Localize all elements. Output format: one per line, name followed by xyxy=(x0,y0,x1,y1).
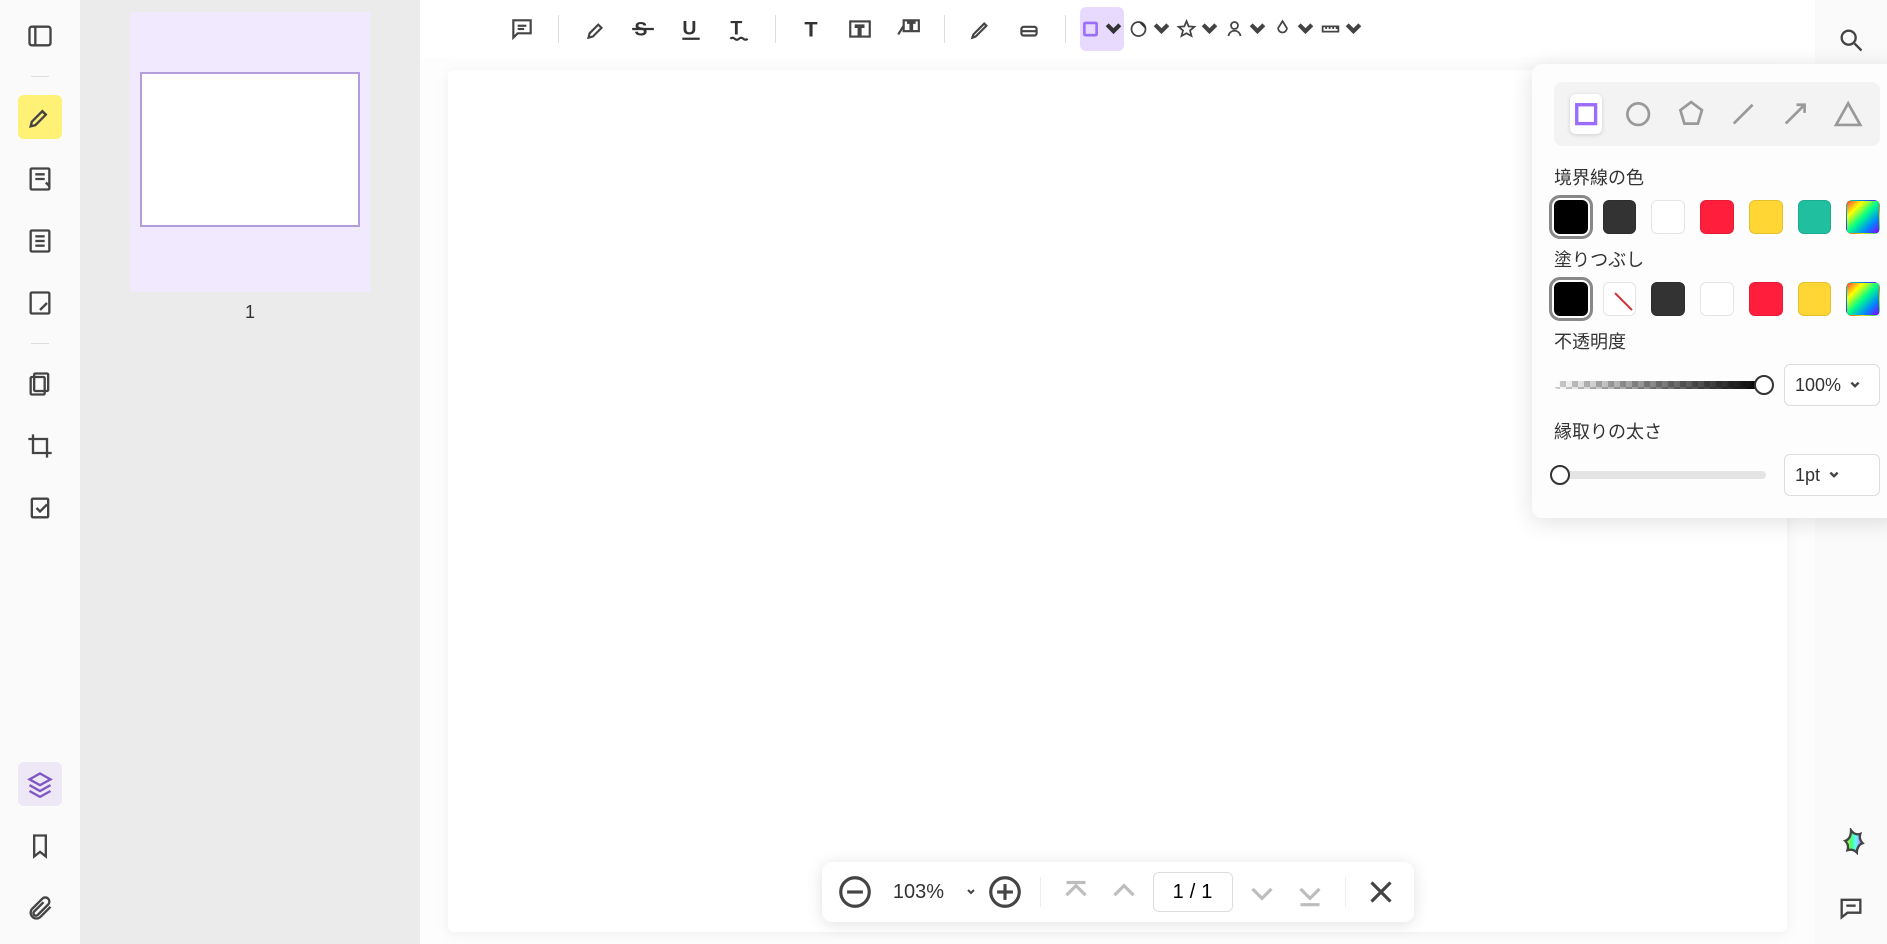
zoom-in-button[interactable] xyxy=(986,873,1024,911)
border-swatch-teal[interactable] xyxy=(1798,200,1832,234)
svg-text:T: T xyxy=(730,17,742,39)
callout-button[interactable]: T xyxy=(886,7,930,51)
last-page-button[interactable] xyxy=(1291,873,1329,911)
thumbnail-panel: 1 xyxy=(80,0,420,944)
opacity-slider[interactable] xyxy=(1554,381,1766,389)
ink-button[interactable] xyxy=(1272,7,1316,51)
zoom-out-button[interactable] xyxy=(836,873,874,911)
close-navbar-button[interactable] xyxy=(1362,873,1400,911)
layers-button[interactable] xyxy=(18,762,62,806)
opacity-select[interactable]: 100% xyxy=(1784,364,1880,406)
fill-swatch-white[interactable] xyxy=(1700,282,1734,316)
page-total: 1 xyxy=(1201,881,1212,904)
edit-page-button[interactable] xyxy=(18,281,62,325)
pen-button[interactable] xyxy=(959,7,1003,51)
bookmark-button[interactable] xyxy=(18,824,62,868)
page-input[interactable]: 1 / 1 xyxy=(1153,872,1233,912)
first-page-button[interactable] xyxy=(1057,873,1095,911)
opacity-label: 不透明度 xyxy=(1554,328,1880,354)
crop-button[interactable] xyxy=(18,424,62,468)
separator xyxy=(944,15,945,43)
shape-type-row xyxy=(1554,82,1880,146)
svg-text:T: T xyxy=(856,22,864,37)
separator xyxy=(1040,877,1041,907)
signature-button[interactable] xyxy=(1224,7,1268,51)
left-toolbar xyxy=(0,0,80,944)
separator xyxy=(1345,877,1346,907)
next-page-button[interactable] xyxy=(1243,873,1281,911)
thickness-select[interactable]: 1pt xyxy=(1784,454,1880,496)
page-current: 1 xyxy=(1173,881,1184,904)
separator xyxy=(1065,15,1066,43)
thumbnail-label: 1 xyxy=(245,302,255,323)
shape-popover: 境界線の色 塗りつぶし 不透明度 100% xyxy=(1532,64,1887,518)
app-logo-button[interactable] xyxy=(1829,820,1873,864)
border-swatches xyxy=(1554,200,1880,234)
thickness-label: 縁取りの太さ xyxy=(1554,418,1880,444)
page-navbar: 103% 1 / 1 xyxy=(822,862,1414,922)
border-swatch-dark[interactable] xyxy=(1603,200,1637,234)
panel-button[interactable] xyxy=(18,14,62,58)
shape-button[interactable] xyxy=(1080,7,1124,51)
thickness-slider[interactable] xyxy=(1554,471,1766,479)
top-toolbar: S U T T T T xyxy=(420,0,1815,58)
note-tool-button[interactable] xyxy=(18,157,62,201)
border-swatch-white[interactable] xyxy=(1651,200,1685,234)
separator xyxy=(31,343,49,344)
pages-button[interactable] xyxy=(18,362,62,406)
shape-circle[interactable] xyxy=(1622,94,1654,134)
shape-triangle[interactable] xyxy=(1832,94,1864,134)
main-area: S U T T T T xyxy=(420,0,1815,944)
separator xyxy=(31,76,49,77)
separator xyxy=(558,15,559,43)
border-swatch-custom[interactable] xyxy=(1846,200,1880,234)
prev-page-button[interactable] xyxy=(1105,873,1143,911)
fill-swatch-none[interactable] xyxy=(1603,282,1637,316)
opacity-value: 100% xyxy=(1795,375,1841,396)
eraser-button[interactable] xyxy=(1007,7,1051,51)
highlighter-button[interactable] xyxy=(18,95,62,139)
stamp-button[interactable] xyxy=(1128,7,1172,51)
shape-rect[interactable] xyxy=(1570,94,1602,134)
page-sep: / xyxy=(1190,881,1196,904)
strikethrough-button[interactable]: S xyxy=(621,7,665,51)
form-tool-button[interactable] xyxy=(18,219,62,263)
svg-text:U: U xyxy=(682,17,696,39)
underline-button[interactable]: U xyxy=(669,7,713,51)
fill-swatch-black[interactable] xyxy=(1554,282,1588,316)
zoom-value: 103% xyxy=(884,881,954,904)
fill-swatch-dark[interactable] xyxy=(1651,282,1685,316)
border-swatch-yellow[interactable] xyxy=(1749,200,1783,234)
border-color-label: 境界線の色 xyxy=(1554,164,1880,190)
shape-polygon[interactable] xyxy=(1675,94,1707,134)
search-button[interactable] xyxy=(1829,18,1873,62)
svg-text:T: T xyxy=(908,20,915,32)
thumbnail-wrapper[interactable] xyxy=(130,12,370,292)
highlight-text-button[interactable] xyxy=(573,7,617,51)
fill-swatches xyxy=(1554,282,1880,316)
extract-button[interactable] xyxy=(18,486,62,530)
ruler-button[interactable] xyxy=(1320,7,1364,51)
border-swatch-black[interactable] xyxy=(1554,200,1588,234)
border-swatch-red[interactable] xyxy=(1700,200,1734,234)
page-thumbnail[interactable] xyxy=(140,72,360,227)
chat-button[interactable] xyxy=(1829,886,1873,930)
comment-button[interactable] xyxy=(500,7,544,51)
fill-swatch-custom[interactable] xyxy=(1846,282,1880,316)
svg-text:T: T xyxy=(804,17,817,42)
shape-arrow[interactable] xyxy=(1779,94,1811,134)
shape-line[interactable] xyxy=(1727,94,1759,134)
fill-swatch-red[interactable] xyxy=(1749,282,1783,316)
fill-swatch-yellow[interactable] xyxy=(1798,282,1832,316)
fill-color-label: 塗りつぶし xyxy=(1554,246,1880,272)
thickness-value: 1pt xyxy=(1795,465,1820,486)
star-stamp-button[interactable] xyxy=(1176,7,1220,51)
squiggly-button[interactable]: T xyxy=(717,7,761,51)
zoom-dropdown[interactable] xyxy=(966,887,976,897)
attachment-button[interactable] xyxy=(18,886,62,930)
separator xyxy=(775,15,776,43)
textbox-button[interactable]: T xyxy=(838,7,882,51)
text-button[interactable]: T xyxy=(790,7,834,51)
